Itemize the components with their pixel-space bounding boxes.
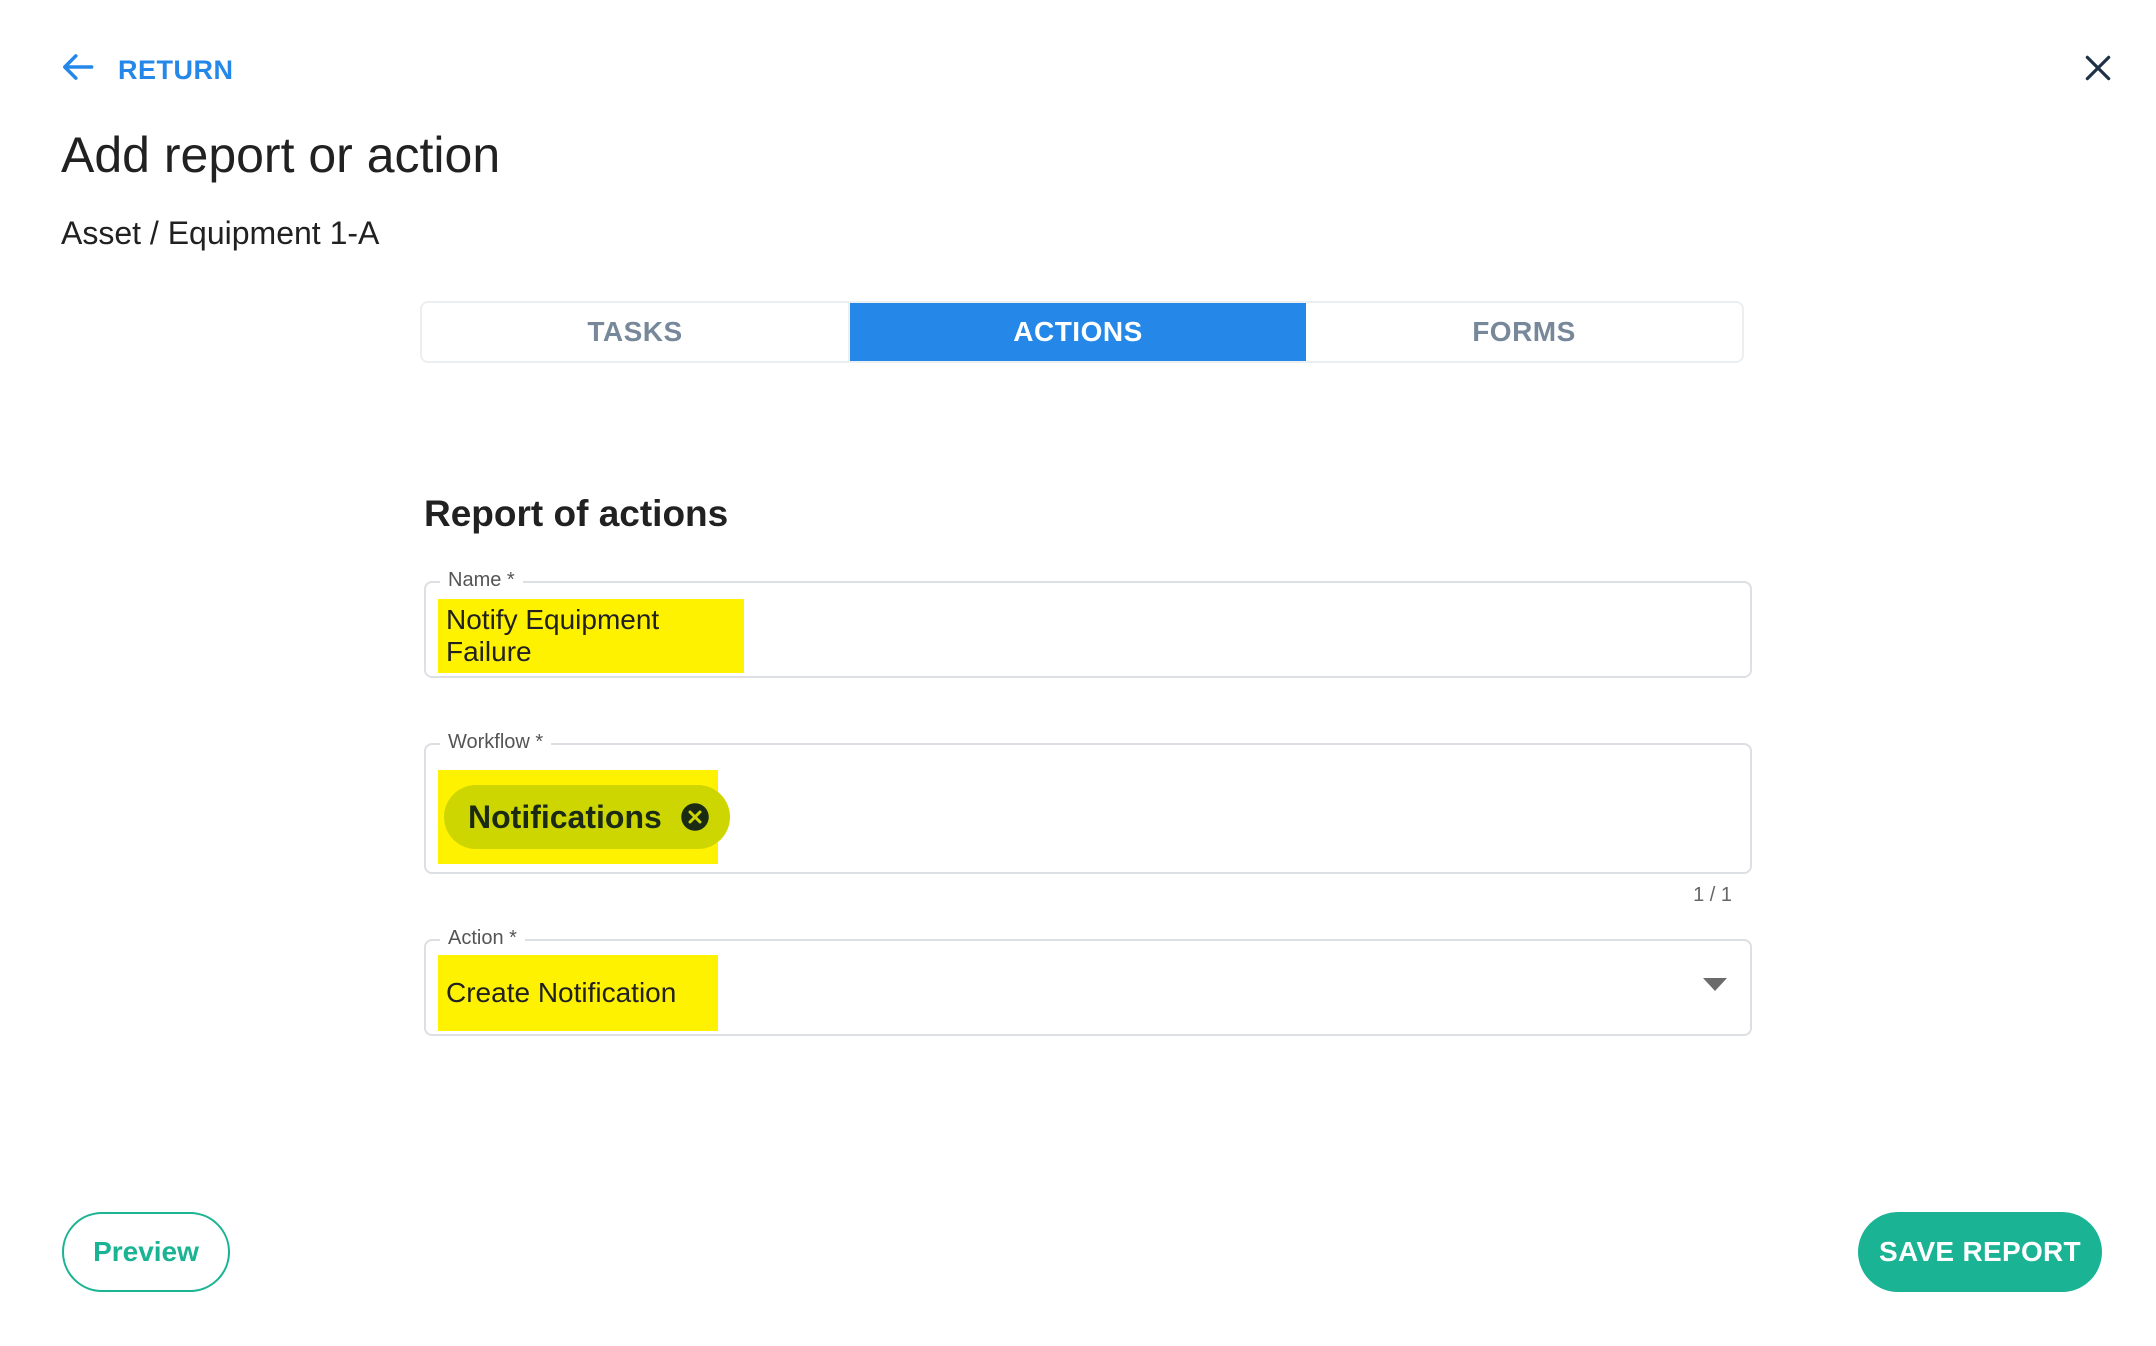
action-field-label: Action * [440,925,525,951]
workflow-chip-label: Notifications [468,798,662,835]
close-button[interactable] [2076,48,2120,92]
action-value: Create Notification [446,977,677,1008]
workflow-highlight: Notifications [438,770,730,864]
tab-actions[interactable]: ACTIONS [850,303,1306,361]
tab-forms[interactable]: FORMS [1306,303,1742,361]
tab-tasks[interactable]: TASKS [422,303,850,361]
name-highlight: Notify Equipment Failure [438,599,744,673]
workflow-field[interactable]: Workflow * Notifications [424,729,1752,874]
return-link[interactable]: RETURN [60,50,234,90]
tab-bar: TASKS ACTIONS FORMS [420,301,1744,363]
close-circle-icon[interactable] [680,802,710,832]
name-value[interactable]: Notify Equipment Failure [446,604,744,668]
breadcrumb: Asset / Equipment 1-A [61,215,380,251]
name-field-label: Name * [440,567,523,593]
arrow-left-icon [60,48,98,93]
action-select[interactable]: Action * Create Notification [424,925,1752,1036]
preview-button[interactable]: Preview [62,1212,230,1292]
caret-down-icon[interactable] [1702,977,1728,993]
workflow-chip[interactable]: Notifications [444,785,730,849]
save-report-button[interactable]: SAVE REPORT [1858,1212,2102,1292]
name-field[interactable]: Name * Notify Equipment Failure [424,567,1752,678]
section-title: Report of actions [424,493,729,534]
close-icon [2082,52,2114,89]
page-title: Add report or action [61,127,501,183]
return-label: RETURN [118,54,234,85]
workflow-field-label: Workflow * [440,729,552,755]
action-highlight: Create Notification [438,955,718,1031]
workflow-counter: 1 / 1 [1693,884,1732,906]
